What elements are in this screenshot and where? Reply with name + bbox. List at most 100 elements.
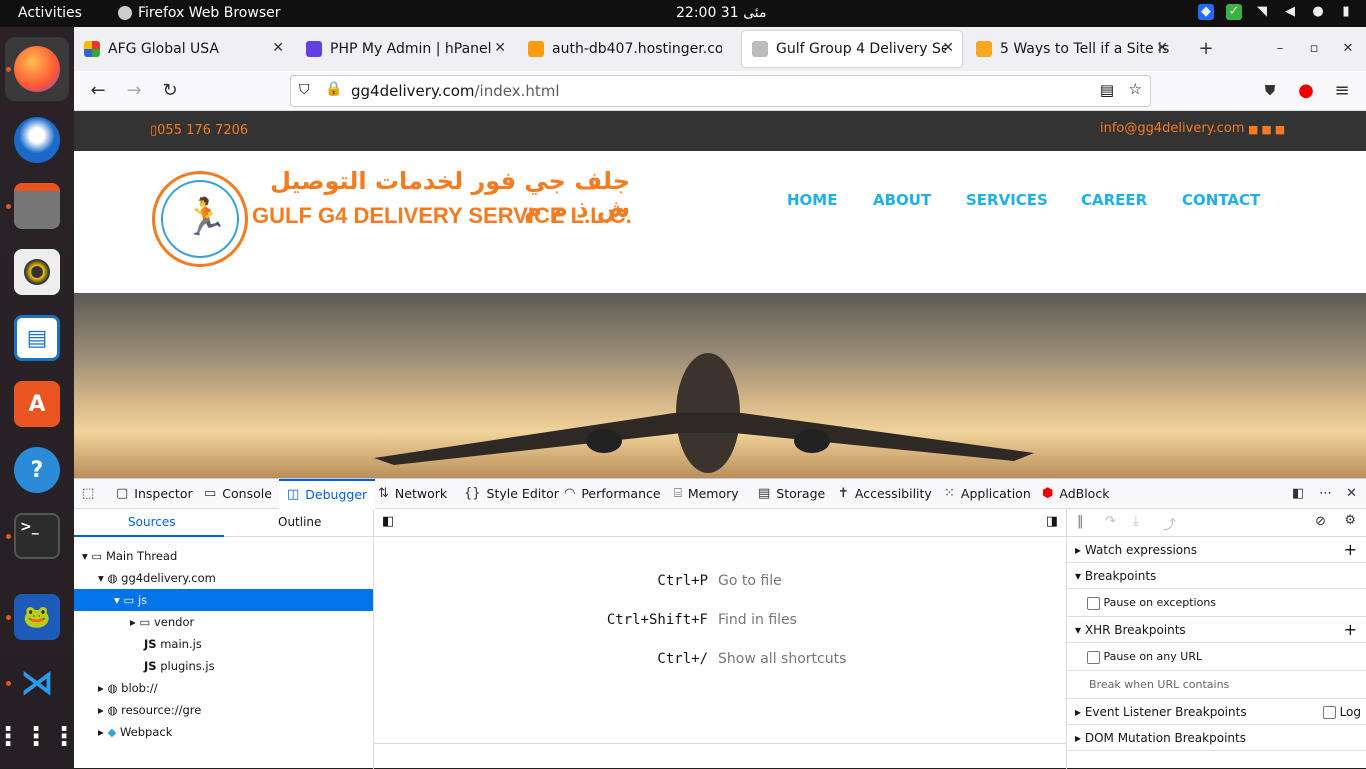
dock-rhythmbox[interactable]	[5, 240, 69, 304]
tree-plugins-js[interactable]: JS plugins.js	[74, 655, 373, 677]
tab-5-ways[interactable]: 5 Ways to Tell if a Site is F ✕	[966, 31, 1176, 67]
logo-seal[interactable]: 🏃	[152, 171, 248, 267]
menu-icon[interactable]: ≡	[1330, 79, 1354, 103]
tree-js-folder[interactable]: ▾ ▭ js	[74, 589, 373, 611]
bookmark-star-icon[interactable]: ☆	[1129, 80, 1142, 98]
tree-webpack[interactable]: ▸ ◆ Webpack	[74, 721, 373, 743]
pause-on-exceptions-row[interactable]: Pause on exceptions	[1067, 589, 1366, 617]
dock-files[interactable]	[5, 174, 69, 238]
settings-gear-icon[interactable]: ⚙	[1344, 513, 1356, 528]
tab-application[interactable]: ⁙ Application	[944, 479, 1031, 509]
back-button[interactable]: ←	[86, 79, 110, 103]
close-icon[interactable]: ✕	[942, 40, 954, 56]
phone-number[interactable]: ▯055 176 7206	[150, 123, 248, 138]
tab-memory[interactable]: ⌸ Memory	[674, 479, 739, 509]
toggle-right-panel-icon[interactable]: ◨	[1046, 514, 1058, 529]
tree-blob[interactable]: ▸ ◍ blob://	[74, 677, 373, 699]
tab-sources[interactable]: Sources	[128, 515, 175, 529]
dock-side-icon[interactable]: ◧	[1292, 479, 1304, 509]
nav-home[interactable]: HOME	[787, 191, 837, 209]
dock-software[interactable]: A	[5, 372, 69, 436]
tab-accessibility[interactable]: ✝ Accessibility	[838, 479, 932, 509]
tree-vendor-folder[interactable]: ▸ ▭ vendor	[74, 611, 373, 633]
battery-icon[interactable]: ▮	[1338, 4, 1354, 20]
reader-view-icon[interactable]: ▤	[1100, 81, 1114, 99]
tab-inspector[interactable]: ▢ Inspector	[116, 479, 193, 509]
mic-icon[interactable]: ●	[1310, 4, 1326, 20]
tab-phpmyadmin[interactable]: PHP My Admin | hPanel ✕	[296, 31, 514, 67]
wifi-icon[interactable]: ◥	[1254, 4, 1270, 20]
nav-contact[interactable]: CONTACT	[1182, 191, 1260, 209]
watch-expressions-header[interactable]: ▸ Watch expressions +	[1067, 537, 1366, 563]
pause-on-url-row[interactable]: Pause on any URL	[1067, 643, 1366, 671]
tab-debugger[interactable]: ◫ Debugger	[279, 479, 376, 509]
xhr-breakpoints-header[interactable]: ▾ XHR Breakpoints +	[1067, 617, 1366, 643]
tree-resource[interactable]: ▸ ◍ resource://gre	[74, 699, 373, 721]
url-bar[interactable]: ⛉ 🔒 gg4delivery.com/index.html ▤ ☆	[290, 75, 1151, 107]
email-link[interactable]: info@gg4delivery.com	[1100, 121, 1244, 136]
tab-auth-db[interactable]: auth-db407.hostinger.co	[518, 31, 736, 67]
update-icon[interactable]: ✓	[1226, 4, 1242, 20]
dom-mutation-header[interactable]: ▸ DOM Mutation Breakpoints	[1067, 725, 1366, 751]
tab-afg[interactable]: AFG Global USA ✕	[74, 31, 292, 67]
dock-writer[interactable]: ▤	[5, 306, 69, 370]
tab-gulf-group[interactable]: Gulf Group 4 Delivery Ser ✕	[742, 31, 962, 67]
shield-icon[interactable]: ⛉	[299, 82, 310, 98]
dock-frog-app[interactable]: 🐸	[5, 585, 69, 649]
volume-icon[interactable]: ◀	[1282, 4, 1298, 20]
dock-firefox[interactable]	[5, 37, 69, 101]
close-icon[interactable]: ✕	[272, 40, 284, 56]
tab-adblock[interactable]: ⬢ AdBlock	[1042, 479, 1109, 509]
tab-console[interactable]: ▭ Console	[204, 479, 272, 509]
maximize-button[interactable]: ▫	[1302, 37, 1326, 61]
add-icon[interactable]: +	[1344, 537, 1357, 563]
tree-main-thread[interactable]: ▾ ▭ Main Thread	[74, 545, 373, 567]
opera-extension-icon[interactable]: ●	[1294, 79, 1318, 103]
nav-about[interactable]: ABOUT	[873, 191, 931, 209]
activities-button[interactable]: Activities	[18, 5, 82, 21]
forward-button[interactable]: →	[122, 79, 146, 103]
pocket-icon[interactable]: ⛊	[1258, 79, 1282, 103]
system-tray[interactable]: ◆ ✓ ◥ ◀ ● ▮	[1198, 4, 1354, 20]
nav-career[interactable]: CAREER	[1081, 191, 1147, 209]
clock[interactable]: 22:00 31 مئى	[676, 5, 766, 21]
log-checkbox[interactable]	[1322, 706, 1336, 719]
new-tab-button[interactable]: +	[1194, 37, 1218, 61]
minimize-button[interactable]: –	[1268, 37, 1292, 61]
tab-performance[interactable]: ◠ Performance	[564, 479, 661, 509]
event-listener-header[interactable]: ▸ Event Listener Breakpoints Log	[1067, 699, 1366, 725]
pick-element-icon[interactable]: ⬚	[82, 479, 94, 509]
app-menu[interactable]: Firefox Web Browser	[118, 5, 281, 21]
deactivate-breakpoints-icon[interactable]: ⊘	[1315, 514, 1326, 529]
add-icon[interactable]: +	[1344, 617, 1357, 643]
close-icon[interactable]: ✕	[494, 40, 506, 56]
tab-outline[interactable]: Outline	[278, 515, 321, 529]
step-out-icon[interactable]: ⤴	[1163, 514, 1176, 533]
pause-icon[interactable]: ‖	[1077, 514, 1084, 529]
tree-domain[interactable]: ▾ ◍ gg4delivery.com	[74, 567, 373, 589]
more-options-icon[interactable]: ⋯	[1319, 479, 1332, 509]
tab-storage[interactable]: ▤ Storage	[758, 479, 825, 509]
dock-thunderbird[interactable]	[5, 108, 69, 172]
lock-icon[interactable]: 🔒	[325, 81, 342, 97]
social-icons[interactable]: ■■■	[1248, 123, 1288, 136]
url-text[interactable]: gg4delivery.com/index.html	[351, 82, 560, 100]
dock-terminal[interactable]: >_	[5, 504, 69, 568]
pause-on-url-checkbox[interactable]	[1087, 650, 1100, 664]
dock-help[interactable]: ?	[5, 438, 69, 502]
breakpoints-header[interactable]: ▾ Breakpoints	[1067, 563, 1366, 589]
step-over-icon[interactable]: ↷	[1105, 514, 1116, 529]
close-devtools-icon[interactable]: ✕	[1346, 479, 1357, 509]
break-url-input[interactable]: Break when URL contains	[1067, 671, 1366, 699]
toggle-sidebar-icon[interactable]: ◧	[382, 514, 394, 529]
tab-style-editor[interactable]: {} Style Editor	[464, 479, 559, 509]
step-in-icon[interactable]: ⤓	[1133, 514, 1139, 529]
nav-services[interactable]: SERVICES	[966, 191, 1048, 209]
dock-show-apps[interactable]: ⋮⋮⋮	[0, 705, 77, 769]
log-toggle[interactable]: Log	[1322, 699, 1361, 725]
pause-on-exceptions-checkbox[interactable]	[1087, 596, 1100, 610]
close-icon[interactable]: ✕	[1156, 40, 1168, 56]
close-window-button[interactable]: ✕	[1336, 37, 1360, 61]
dropbox-icon[interactable]: ◆	[1198, 4, 1214, 20]
tab-network[interactable]: ⇅ Network	[378, 479, 447, 509]
